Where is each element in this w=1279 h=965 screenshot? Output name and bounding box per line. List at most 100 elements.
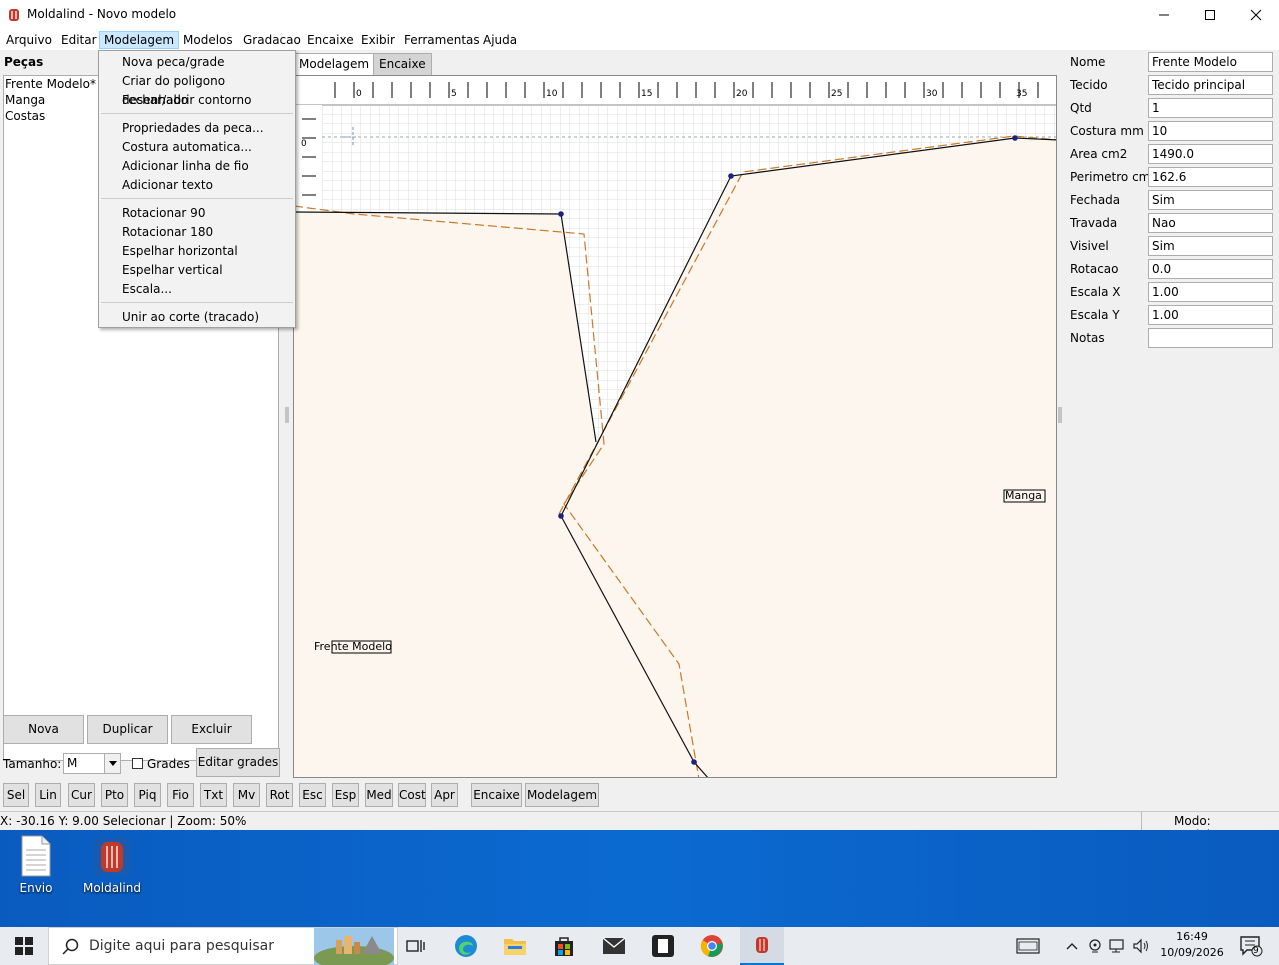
duplicate-piece-button[interactable]: Duplicar	[87, 715, 168, 744]
menu-item-unir-corte[interactable]: Unir ao corte (tracado)	[122, 308, 259, 327]
left-splitter[interactable]	[285, 405, 289, 425]
taskbar-mail-button[interactable]	[599, 931, 629, 961]
tab-encaixe[interactable]: Encaixe	[373, 53, 432, 75]
mode-encaixe-button[interactable]: Encaixe	[471, 783, 522, 807]
menu-item-espelhar-vertical[interactable]: Espelhar vertical	[122, 261, 223, 280]
prop-input-nome[interactable]: Frente Modelo	[1148, 52, 1273, 72]
tool-scale-button[interactable]: Esc	[299, 783, 326, 807]
prop-input-area[interactable]: 1490.0	[1148, 144, 1273, 164]
tool-measure-button[interactable]: Med	[365, 783, 393, 807]
size-select[interactable]: M	[63, 753, 121, 774]
menu-item-rotacionar-180[interactable]: Rotacionar 180	[122, 223, 213, 242]
right-splitter[interactable]	[1058, 405, 1062, 425]
tool-curve-button[interactable]: Cur	[68, 783, 95, 807]
prop-input-fechada[interactable]: Sim	[1148, 190, 1273, 210]
tool-apr-button[interactable]: Apr	[431, 783, 458, 807]
prop-row-escala-y: Escala Y 1.00	[1063, 304, 1279, 327]
menu-modelos[interactable]: Modelos	[179, 31, 237, 49]
vertex-point[interactable]	[558, 211, 564, 217]
taskbar-store-button[interactable]	[549, 931, 579, 961]
prop-input-escala-y[interactable]: 1.00	[1148, 305, 1273, 325]
tray-keyboard-button[interactable]	[1013, 931, 1043, 961]
tool-mirror-button[interactable]: Esp	[332, 783, 359, 807]
tray-network-button[interactable]	[1107, 931, 1129, 961]
tool-rotate-button[interactable]: Rot	[266, 783, 293, 807]
tool-notch-button[interactable]: Piq	[134, 783, 161, 807]
menu-item-linha-fio[interactable]: Adicionar linha de fio	[122, 157, 249, 176]
prop-label-escala-x: Escala X	[1070, 285, 1121, 299]
app-window-icon	[652, 935, 674, 957]
tool-move-button[interactable]: Mv	[233, 783, 260, 807]
desktop-icon-moldalind[interactable]: Moldalind	[77, 834, 147, 895]
taskbar-explorer-button[interactable]	[500, 931, 530, 961]
menu-item-adicionar-texto[interactable]: Adicionar texto	[122, 176, 213, 195]
tool-select-button[interactable]: Sel	[3, 783, 29, 807]
piece-label-manga[interactable]: Manga	[1005, 489, 1042, 502]
desktop-icon-envio[interactable]: Envio	[1, 834, 71, 895]
modelagem-dropdown-menu: Nova peca/grade Criar do poligono desenh…	[98, 50, 296, 328]
delete-piece-button[interactable]: Excluir	[171, 715, 252, 744]
taskbar-search-box[interactable]: Digite aqui para pesquisar	[48, 927, 398, 965]
prop-input-travada[interactable]: Nao	[1148, 213, 1273, 233]
size-select-arrow[interactable]	[104, 754, 120, 773]
menu-editar[interactable]: Editar	[57, 31, 101, 49]
menu-arquivo[interactable]: Arquivo	[2, 31, 56, 49]
tool-line-button[interactable]: Lin	[35, 783, 61, 807]
taskbar-edge-button[interactable]	[451, 931, 481, 961]
menu-item-criar-poligono[interactable]: Criar do poligono desenhado	[122, 72, 295, 107]
menu-ferramentas[interactable]: Ferramentas	[400, 31, 484, 49]
tray-overflow-button[interactable]	[1061, 931, 1083, 961]
tool-grain-button[interactable]: Fio	[167, 783, 194, 807]
menu-item-costura-automatica[interactable]: Costura automatica...	[122, 138, 252, 157]
prop-input-perimetro[interactable]: 162.6	[1148, 167, 1273, 187]
menu-item-rotacionar-90[interactable]: Rotacionar 90	[122, 204, 205, 223]
piece-label-frente[interactable]: Frente Modelo	[314, 640, 392, 653]
new-piece-button[interactable]: Nova	[3, 715, 84, 744]
menu-item-propriedades[interactable]: Propriedades da peca...	[122, 119, 264, 138]
tray-volume-button[interactable]	[1130, 931, 1152, 961]
drawing-canvas[interactable]: 0 5 10 15 20 25 30 35 0 Frente Modelo Ma…	[293, 75, 1057, 778]
grades-checkbox[interactable]	[132, 758, 143, 769]
tool-text-button[interactable]: Txt	[200, 783, 227, 807]
start-button[interactable]	[9, 931, 39, 961]
taskbar-app-button[interactable]	[648, 931, 678, 961]
tool-seam-button[interactable]: Cost	[398, 783, 426, 807]
prop-input-rotacao[interactable]: 0.0	[1148, 259, 1273, 279]
menu-item-escala[interactable]: Escala...	[122, 280, 172, 299]
mode-modelagem-button[interactable]: Modelagem	[525, 783, 599, 807]
prop-input-qtd[interactable]: 1	[1148, 98, 1273, 118]
vertex-point[interactable]	[728, 173, 734, 179]
maximize-button[interactable]	[1187, 0, 1233, 30]
vertex-point[interactable]	[691, 759, 697, 765]
menu-modelagem[interactable]: Modelagem	[99, 31, 180, 49]
pieces-heading: Peças	[4, 55, 44, 69]
menu-gradacao[interactable]: Gradacao	[239, 31, 305, 49]
taskbar-moldalind-button[interactable]	[740, 927, 784, 965]
menu-item-espelhar-horizontal[interactable]: Espelhar horizontal	[122, 242, 238, 261]
vertex-point[interactable]	[558, 513, 564, 519]
prop-input-tecido[interactable]: Tecido principal	[1148, 75, 1273, 95]
close-button[interactable]	[1233, 0, 1279, 30]
task-view-button[interactable]	[401, 931, 431, 961]
menu-item-nova-peca[interactable]: Nova peca/grade	[122, 53, 225, 72]
vertex-point[interactable]	[1012, 135, 1018, 141]
edit-grades-button[interactable]: Editar grades	[196, 748, 280, 777]
notification-center-button[interactable]: 9	[1236, 931, 1266, 961]
taskbar-chrome-button[interactable]	[697, 931, 727, 961]
grades-label: Grades	[147, 757, 190, 771]
menu-item-fechar-contorno[interactable]: Fechar/abrir contorno	[122, 91, 251, 110]
tray-meet-button[interactable]	[1084, 931, 1106, 961]
tray-clock[interactable]: 16:49 10/09/2026	[1160, 930, 1224, 959]
prop-input-notas[interactable]	[1148, 328, 1273, 348]
minimize-button[interactable]	[1141, 0, 1187, 30]
pattern-drawing[interactable]: 0 5 10 15 20 25 30 35 0 Frente Modelo Ma…	[294, 76, 1057, 778]
menu-ajuda[interactable]: Ajuda	[479, 31, 521, 49]
tool-point-button[interactable]: Pto	[101, 783, 128, 807]
menu-exibir[interactable]: Exibir	[357, 31, 399, 49]
ruler-label-15: 15	[641, 89, 652, 99]
prop-input-visivel[interactable]: Sim	[1148, 236, 1273, 256]
tab-modelagem[interactable]: Modelagem	[293, 53, 376, 75]
prop-input-escala-x[interactable]: 1.00	[1148, 282, 1273, 302]
menu-encaixe[interactable]: Encaixe	[303, 31, 358, 49]
prop-input-costura[interactable]: 10	[1148, 121, 1273, 141]
